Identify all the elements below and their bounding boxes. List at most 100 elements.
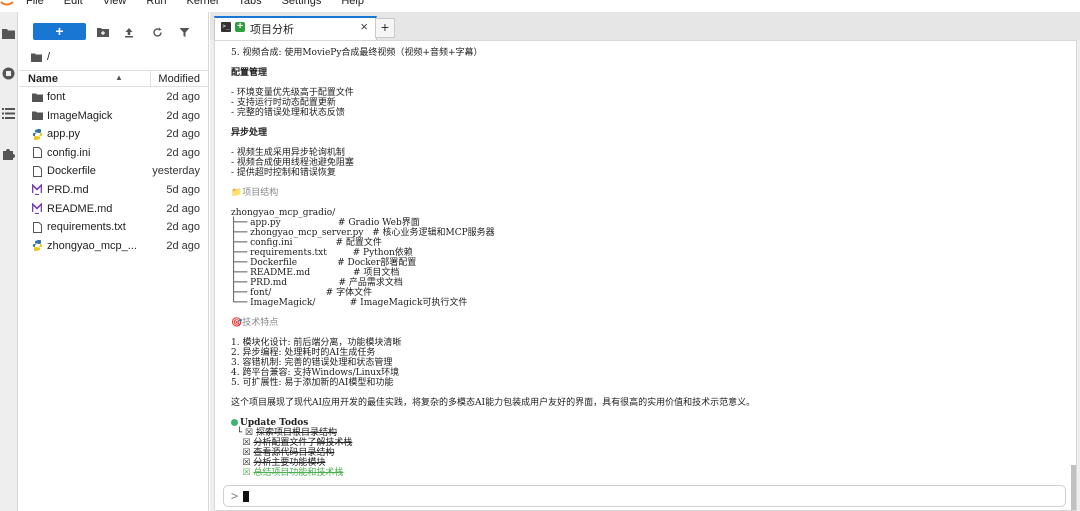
output-line: - 提供超时控制和错误恢复 bbox=[231, 168, 336, 178]
prompt-input[interactable]: > bbox=[223, 485, 1066, 507]
todo-item: ☒ 总结项目功能和技术栈 bbox=[231, 468, 1061, 478]
menu-item-settings[interactable]: Settings bbox=[282, 0, 322, 7]
checkbox-icon: ☒ bbox=[242, 438, 254, 448]
output-line: 5. 视频合成: 使用MoviePy合成最终视频（视频+音频+字幕） bbox=[231, 48, 483, 58]
file-name: zhongyao_mcp_... bbox=[47, 239, 137, 252]
jupyter-logo-icon bbox=[0, 1, 14, 6]
todo-text: 分析主要功能模块 bbox=[253, 458, 326, 468]
todo-prefix bbox=[231, 438, 242, 448]
todo-item: ☒ 查看源代码目录结构 bbox=[231, 448, 1061, 458]
output-line: ├── PRD.md # 产品需求文档 bbox=[231, 278, 403, 288]
status-dot-icon bbox=[231, 419, 238, 426]
filter-icon[interactable] bbox=[177, 25, 191, 39]
terminal-panel[interactable]: 5. 视频合成: 使用MoviePy合成最终视频（视频+音频+字幕） 配置管理 - … bbox=[214, 40, 1077, 511]
file-row[interactable]: Dockerfile yesterday bbox=[19, 162, 209, 181]
output-line: 📁项目结构 bbox=[231, 188, 279, 198]
checkbox-icon: ☒ bbox=[245, 428, 256, 438]
file-modified: 2d ago bbox=[166, 202, 200, 215]
checkbox-icon: ☒ bbox=[242, 448, 254, 458]
modified-column-header[interactable]: Modified bbox=[158, 73, 200, 85]
breadcrumb[interactable]: / bbox=[31, 50, 50, 64]
menu-item-help[interactable]: Help bbox=[341, 0, 364, 7]
file-row[interactable]: font 2d ago bbox=[19, 88, 209, 107]
folder-icon bbox=[31, 53, 42, 62]
output-line: └── ImageMagick/ # ImageMagick可执行文件 bbox=[231, 298, 468, 308]
output-line: ├── font/ # 字体文件 bbox=[231, 288, 373, 298]
file-icon bbox=[31, 147, 43, 159]
tab-terminal[interactable]: >_ + 项目分析 × bbox=[214, 16, 377, 40]
todo-prefix: └ bbox=[231, 428, 246, 438]
file-icon bbox=[31, 221, 43, 233]
output-line: - 视频合成使用线程池避免阻塞 bbox=[231, 158, 354, 168]
output-line: ├── zhongyao_mcp_server.py # 核心业务逻辑和MCP服… bbox=[231, 228, 495, 238]
todo-text: 总结项目功能和技术栈 bbox=[253, 468, 344, 478]
file-modified: 2d ago bbox=[166, 221, 200, 234]
folder-icon bbox=[31, 110, 43, 122]
sort-ascending-icon: ▲ bbox=[115, 73, 123, 82]
menu-item-tabs[interactable]: Tabs bbox=[238, 0, 261, 7]
output-line: 1. 模块化设计: 前后端分离，功能模块清晰 bbox=[231, 338, 402, 348]
breadcrumb-root[interactable]: / bbox=[47, 51, 50, 63]
todos-title: Update Todos bbox=[231, 418, 1061, 428]
file-row[interactable]: ImageMagick 2d ago bbox=[19, 107, 209, 126]
table-of-contents-icon[interactable] bbox=[1, 106, 15, 120]
output-line: ├── README.md # 项目文档 bbox=[231, 268, 400, 278]
file-row[interactable]: zhongyao_mcp_... 2d ago bbox=[19, 237, 209, 256]
file-row[interactable]: PRD.md 5d ago bbox=[19, 181, 209, 200]
file-row[interactable]: requirements.txt 2d ago bbox=[19, 218, 209, 237]
menu-item-edit[interactable]: Edit bbox=[64, 0, 83, 7]
close-icon[interactable]: × bbox=[360, 19, 368, 34]
new-launcher-button[interactable]: + bbox=[33, 23, 86, 40]
todo-item: ☒ 分析主要功能模块 bbox=[231, 458, 1061, 468]
plus-badge-icon: + bbox=[235, 22, 245, 32]
file-modified: 2d ago bbox=[166, 109, 200, 122]
upload-icon[interactable] bbox=[122, 25, 136, 39]
output-line: 🎯技术特点 bbox=[231, 318, 279, 328]
output-line: - 完整的错误处理和状态反馈 bbox=[231, 108, 345, 118]
column-divider[interactable] bbox=[150, 71, 151, 87]
file-modified: 2d ago bbox=[166, 239, 200, 252]
output-line: 4. 跨平台兼容: 支持Windows/Linux环境 bbox=[231, 368, 400, 378]
file-row[interactable]: app.py 2d ago bbox=[19, 125, 209, 144]
folder-icon[interactable] bbox=[1, 26, 15, 40]
output-line: - 环境变量优先级高于配置文件 bbox=[231, 88, 354, 98]
file-browser-toolbar: + bbox=[19, 22, 209, 42]
tab-bar: >_ + 项目分析 × + bbox=[210, 12, 1080, 40]
scrollbar-thumb[interactable] bbox=[1071, 465, 1076, 510]
todo-text: 探索项目根目录结构 bbox=[255, 428, 337, 438]
refresh-icon[interactable] bbox=[150, 25, 164, 39]
markdown-file-icon bbox=[31, 203, 43, 215]
checkbox-icon: ☒ bbox=[242, 468, 254, 478]
section-heading: 异步处理 bbox=[231, 128, 268, 138]
menu-item-run[interactable]: Run bbox=[146, 0, 166, 7]
main-area: >_ + 项目分析 × + 5. 视频合成: 使用MoviePy合成最终视频（视… bbox=[210, 12, 1080, 511]
menu-item-view[interactable]: View bbox=[103, 0, 127, 7]
output-line: 2. 异步编程: 处理耗时的AI生成任务 bbox=[231, 348, 376, 358]
menu-items: File Edit View Run Kernel Tabs Settings Help bbox=[26, 0, 384, 7]
section-heading: 配置管理 bbox=[231, 68, 268, 78]
file-row[interactable]: README.md 2d ago bbox=[19, 200, 209, 219]
running-sessions-icon[interactable] bbox=[1, 66, 15, 80]
file-modified: 2d ago bbox=[166, 128, 200, 141]
file-modified: 2d ago bbox=[166, 91, 200, 103]
todo-item: ☒ 分析配置文件了解技术栈 bbox=[231, 438, 1061, 448]
name-column-header[interactable]: Name bbox=[28, 73, 58, 85]
file-browser: + / Name ▲ Modified font 2d ago ImageMagic… bbox=[19, 12, 209, 511]
menu-bar: File Edit View Run Kernel Tabs Settings Help bbox=[0, 0, 1080, 12]
output-line: - 视频生成采用异步轮询机制 bbox=[231, 148, 345, 158]
extensions-puzzle-icon[interactable] bbox=[1, 146, 15, 160]
file-row[interactable]: config.ini 2d ago bbox=[19, 144, 209, 163]
output-line: 这个项目展现了现代AI应用开发的最佳实践，将复杂的多模态AI能力包装成用户友好的… bbox=[231, 398, 756, 408]
menu-item-file[interactable]: File bbox=[26, 0, 44, 7]
menu-item-kernel[interactable]: Kernel bbox=[187, 0, 219, 7]
new-folder-icon[interactable] bbox=[96, 25, 110, 39]
add-tab-button[interactable]: + bbox=[375, 18, 395, 38]
